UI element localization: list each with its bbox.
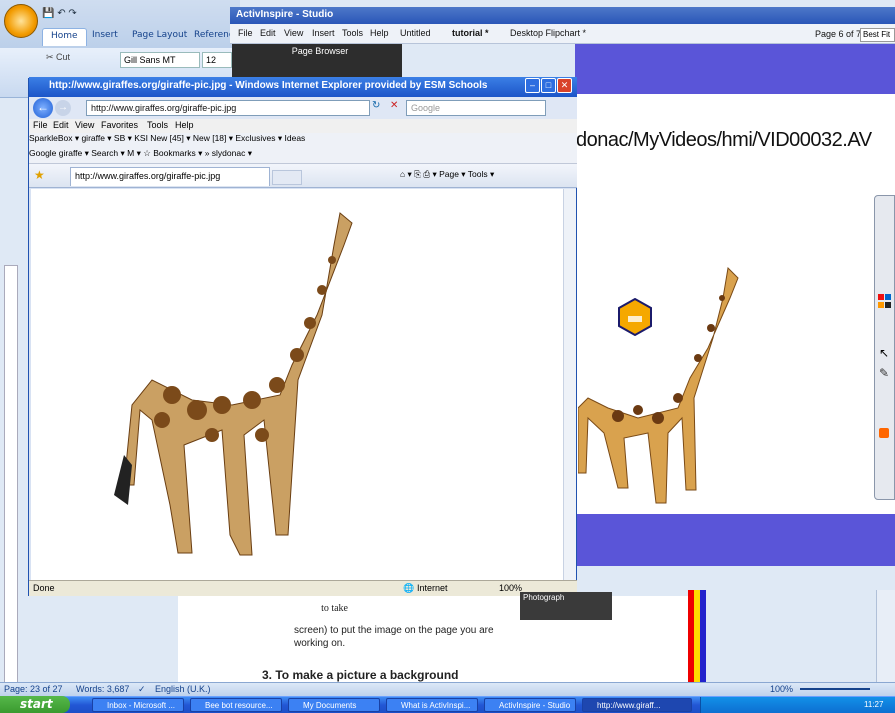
sparklebox-toolbar-text: SparkleBox ▾ giraffe ▾ SB ▾ KSI New [45]… bbox=[29, 133, 306, 143]
giraffe-image[interactable] bbox=[112, 205, 362, 565]
ie-commands-text: Page ▾ Tools ▾ bbox=[439, 169, 495, 179]
clock[interactable]: 11:27 bbox=[864, 700, 883, 709]
main-toolbox[interactable]: ↖ ✎ bbox=[874, 195, 895, 500]
photograph-label: Photograph bbox=[523, 593, 565, 602]
language-indicator[interactable]: English (U.K.) bbox=[155, 684, 211, 694]
menu-file[interactable]: File bbox=[238, 28, 253, 38]
task-what-is-activinspire[interactable]: What is ActivInspi... bbox=[386, 698, 478, 712]
ie-tab-label: http://www.giraffes.org/giraffe-pic.jpg bbox=[75, 171, 221, 181]
ie-menu-edit[interactable]: Edit bbox=[53, 120, 69, 130]
flipchart-footer-band bbox=[575, 514, 895, 566]
font-name-field[interactable]: Gill Sans MT bbox=[120, 52, 200, 68]
section-heading: 3. To make a picture a background bbox=[262, 668, 459, 682]
ie-menu-file[interactable]: File bbox=[33, 120, 48, 130]
body-text: screen) to put the image on the page you… bbox=[294, 625, 494, 649]
zoom-level: 100% bbox=[770, 684, 794, 694]
search-input[interactable]: Google bbox=[406, 100, 546, 116]
ie-menubar: File Edit View Favorites Tools Help bbox=[29, 119, 577, 133]
spellcheck-icon[interactable]: ✓ bbox=[138, 684, 146, 695]
tab-tutorial[interactable]: tutorial * bbox=[452, 28, 489, 38]
maximize-button[interactable]: □ bbox=[541, 78, 556, 93]
pen-tool-icon[interactable]: ✎ bbox=[879, 366, 889, 380]
back-button[interactable]: ← bbox=[33, 98, 53, 118]
task-bee-bot[interactable]: Bee bot resource... bbox=[190, 698, 282, 712]
ie-menu-favorites[interactable]: Favorites bbox=[101, 120, 138, 130]
page-indicator[interactable]: Page: 23 of 27 bbox=[4, 684, 63, 694]
color-stripes bbox=[688, 590, 706, 682]
menu-help[interactable]: Help bbox=[370, 28, 389, 38]
minimize-button[interactable]: – bbox=[525, 78, 540, 93]
font-size-field[interactable]: 12 bbox=[202, 52, 232, 68]
tab-insert[interactable]: Insert bbox=[84, 28, 126, 46]
globe-icon: 🌐 bbox=[403, 583, 415, 593]
menu-insert[interactable]: Insert bbox=[312, 28, 335, 38]
tab-untitled[interactable]: Untitled bbox=[400, 28, 431, 38]
cut-label: Cut bbox=[56, 52, 71, 62]
refresh-icon[interactable]: ↻ bbox=[372, 100, 380, 111]
activinspire-title: ActivInspire - Studio bbox=[236, 9, 334, 20]
body-text-fragment: to take bbox=[321, 603, 348, 614]
task-my-documents[interactable]: My Documents bbox=[288, 698, 380, 712]
start-button[interactable]: start bbox=[0, 696, 70, 713]
tab-desktop-flipchart[interactable]: Desktop Flipchart * bbox=[510, 28, 586, 38]
favorites-star-icon[interactable]: ★ bbox=[34, 168, 45, 182]
task-activinspire-studio[interactable]: ActivInspire - Studio bbox=[484, 698, 576, 712]
ie-statusbar: Done 🌐 Internet 100% bbox=[29, 580, 577, 596]
ie-menu-view[interactable]: View bbox=[75, 120, 94, 130]
color-blue-swatch[interactable] bbox=[885, 294, 891, 300]
ie-scrollbar[interactable] bbox=[563, 189, 576, 580]
photograph-toolbar[interactable]: Photograph bbox=[520, 592, 612, 620]
flipchart-path-text: donac/MyVideos/hmi/VID00032.AV bbox=[576, 129, 872, 151]
office-button[interactable] bbox=[4, 4, 38, 38]
fill-tool-icon[interactable] bbox=[879, 428, 889, 438]
menu-edit[interactable]: Edit bbox=[260, 28, 276, 38]
word-statusbar: Page: 23 of 27 Words: 3,687 ✓ English (U… bbox=[0, 682, 895, 696]
zoom-indicator[interactable]: 100% bbox=[499, 583, 522, 593]
quick-access-toolbar[interactable]: 💾 ↶ ↷ bbox=[42, 8, 112, 24]
tab-page-layout[interactable]: Page Layout bbox=[124, 28, 195, 46]
word-count[interactable]: Words: 3,687 bbox=[76, 684, 129, 694]
ie-menu-help[interactable]: Help bbox=[175, 120, 194, 130]
cut-button[interactable]: ✂ Cut bbox=[46, 52, 70, 63]
color-orange-swatch[interactable] bbox=[878, 302, 884, 308]
zoom-fit-select[interactable]: Best Fit bbox=[860, 28, 895, 42]
forward-button[interactable]: → bbox=[55, 100, 71, 116]
ie-tab-active[interactable]: http://www.giraffes.org/giraffe-pic.jpg bbox=[70, 167, 270, 186]
ie-window-controls: – □ ✕ bbox=[525, 78, 575, 95]
ie-titlebar[interactable]: http://www.giraffes.org/giraffe-pic.jpg … bbox=[29, 77, 577, 97]
ie-command-bar[interactable]: ⌂ ▾ ⎘ ⎙ ▾ Page ▾ Tools ▾ bbox=[400, 169, 494, 180]
ie-menu-tools[interactable]: Tools bbox=[147, 120, 168, 130]
vertical-ruler bbox=[4, 265, 18, 685]
ie-title: http://www.giraffes.org/giraffe-pic.jpg … bbox=[49, 80, 488, 91]
sparklebox-toolbar[interactable]: SparkleBox ▾ giraffe ▾ SB ▾ KSI New [45]… bbox=[29, 133, 577, 148]
stop-icon[interactable]: ✕ bbox=[390, 100, 398, 111]
google-toolbar[interactable]: Google giraffe ▾ Search ▾ M ▾ ☆ Bookmark… bbox=[29, 148, 577, 164]
activinspire-titlebar: ActivInspire - Studio bbox=[230, 7, 895, 24]
activinspire-menubar: File Edit View Insert Tools Help Untitle… bbox=[230, 24, 895, 44]
task-inbox[interactable]: Inbox - Microsoft ... bbox=[92, 698, 184, 712]
flipchart-header-band bbox=[575, 44, 895, 94]
google-toolbar-text: Google giraffe ▾ Search ▾ M ▾ ☆ Bookmark… bbox=[29, 148, 252, 158]
page-counter: Page 6 of 7 bbox=[815, 29, 862, 39]
tab-home[interactable]: Home bbox=[42, 28, 87, 46]
address-bar[interactable]: http://www.giraffes.org/giraffe-pic.jpg bbox=[86, 100, 370, 116]
new-tab-button[interactable] bbox=[272, 170, 302, 185]
select-tool-icon[interactable]: ↖ bbox=[879, 346, 889, 360]
color-black-swatch[interactable] bbox=[885, 302, 891, 308]
menu-tools[interactable]: Tools bbox=[342, 28, 363, 38]
page-browser-title: Page Browser bbox=[291, 46, 349, 56]
color-red-swatch[interactable] bbox=[878, 294, 884, 300]
word-scrollbar[interactable] bbox=[876, 590, 895, 682]
security-zone: Internet bbox=[417, 583, 448, 593]
flipchart-giraffe-image[interactable] bbox=[578, 258, 748, 518]
hexagon-object[interactable] bbox=[618, 298, 652, 336]
zoom-slider[interactable] bbox=[800, 688, 870, 690]
close-button[interactable]: ✕ bbox=[557, 78, 572, 93]
status-done: Done bbox=[33, 583, 55, 593]
menu-view[interactable]: View bbox=[284, 28, 303, 38]
task-ie-giraffes[interactable]: http://www.giraff... bbox=[582, 698, 692, 712]
